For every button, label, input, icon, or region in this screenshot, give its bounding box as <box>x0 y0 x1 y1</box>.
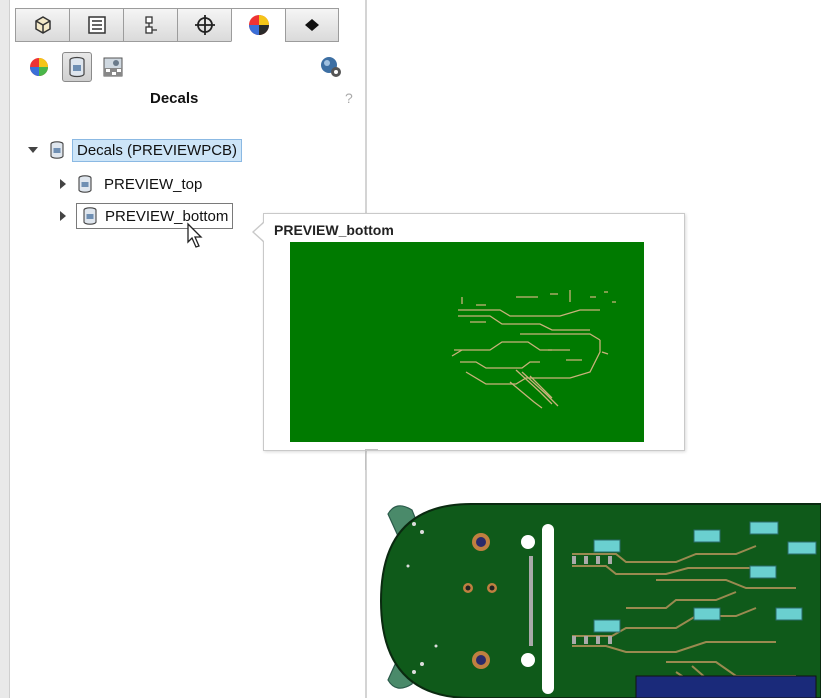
tree-item-label: PREVIEW_top <box>104 175 203 193</box>
settings-icon <box>321 57 341 77</box>
expand-icon[interactable] <box>60 211 66 221</box>
tab-display-manager[interactable] <box>231 8 285 42</box>
tree-root[interactable]: Decals (PREVIEWPCB) <box>28 138 243 162</box>
expand-icon[interactable] <box>60 179 66 189</box>
tooltip-title: PREVIEW_bottom <box>274 222 394 238</box>
appearances-icon <box>30 58 48 76</box>
tab-cam[interactable] <box>285 8 339 42</box>
help-icon[interactable]: ? <box>345 90 353 106</box>
tab-feature-manager[interactable] <box>15 8 69 42</box>
scenes-icon <box>103 57 123 77</box>
decals-icon <box>69 56 85 78</box>
pane-edge <box>0 0 10 698</box>
decal-folder-icon <box>50 141 64 159</box>
decal-icon <box>83 207 97 225</box>
decals-button[interactable] <box>62 52 92 82</box>
tab-dimxpert[interactable] <box>177 8 231 42</box>
display-toolbar <box>24 52 354 84</box>
decal-preview-tooltip: PREVIEW_bottom <box>263 213 685 451</box>
tooltip-pointer-inner <box>254 223 264 241</box>
preview-background <box>290 242 644 442</box>
viewport-divider <box>365 449 378 470</box>
display-manager-icon <box>248 15 269 35</box>
appearances-button[interactable] <box>24 52 54 82</box>
tree-item-label: PREVIEW_bottom <box>105 207 229 225</box>
tab-configuration-manager[interactable] <box>123 8 177 42</box>
dimxpert-icon <box>194 15 215 35</box>
mouse-cursor-icon <box>187 222 203 248</box>
scenes-button[interactable] <box>98 52 128 82</box>
settings-button[interactable] <box>316 52 346 82</box>
hover-highlight: PREVIEW_bottom <box>76 203 234 229</box>
tree-item-preview-top[interactable]: PREVIEW_top <box>60 172 206 196</box>
connector-block <box>635 675 817 698</box>
pcb-3d-model[interactable] <box>376 496 821 698</box>
tab-property-manager[interactable] <box>69 8 123 42</box>
collapse-icon[interactable] <box>28 147 38 153</box>
manager-tabs <box>15 8 347 42</box>
pane-title: Decals <box>150 90 199 107</box>
cam-icon <box>305 19 319 31</box>
configuration-manager-icon <box>144 16 157 34</box>
decal-preview-image <box>290 242 644 442</box>
feature-manager-icon <box>34 16 51 34</box>
decal-icon <box>78 175 92 193</box>
tree-root-label: Decals (PREVIEWPCB) <box>72 138 243 162</box>
property-manager-icon <box>87 16 106 34</box>
